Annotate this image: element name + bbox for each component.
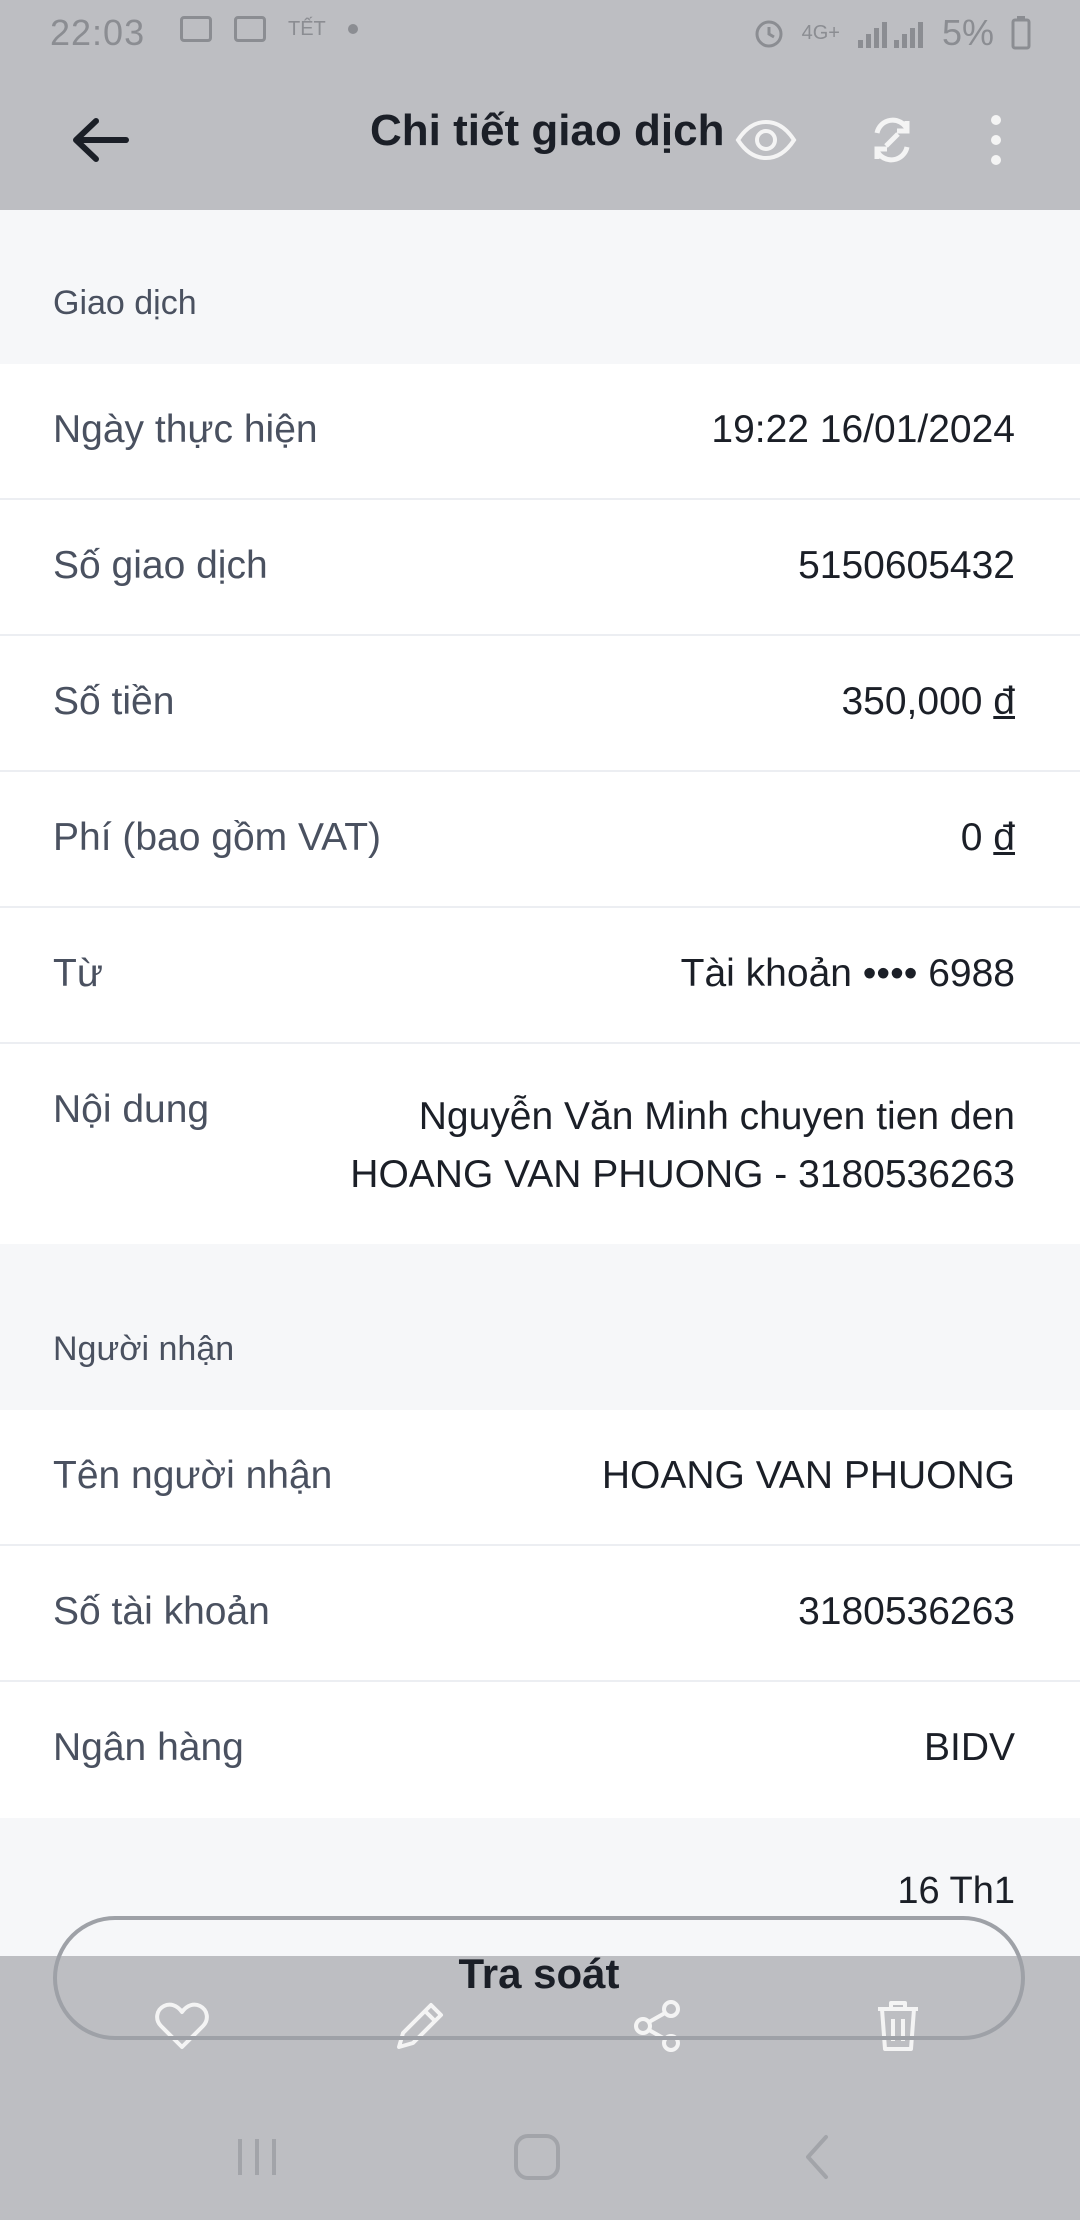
sync-button[interactable] bbox=[856, 104, 928, 176]
home-button[interactable] bbox=[502, 2124, 572, 2190]
section-header-recipient: Người nhận bbox=[0, 1244, 1080, 1410]
recents-button[interactable] bbox=[222, 2124, 292, 2190]
tra-soat-label: Tra soát bbox=[458, 1950, 620, 1997]
row-label: Số tiền bbox=[53, 680, 175, 723]
section-header-transaction: Giao dịch bbox=[0, 210, 1080, 364]
currency-symbol: đ bbox=[993, 680, 1015, 723]
row-label: Nội dung bbox=[53, 1088, 210, 1131]
alarm-icon bbox=[755, 20, 783, 48]
notification-dot-icon bbox=[347, 24, 358, 34]
battery-icon bbox=[1011, 16, 1031, 50]
section-title: Người nhận bbox=[53, 1330, 235, 1368]
back-button[interactable] bbox=[64, 104, 136, 176]
row-fee: Phí (bao gồm VAT) 0 đ bbox=[0, 772, 1080, 908]
row-value: 19:22 16/01/2024 bbox=[711, 408, 1015, 451]
row-account-number: Số tài khoản 3180536263 bbox=[0, 1546, 1080, 1682]
row-value: 0 đ bbox=[961, 816, 1015, 860]
transaction-details: Ngày thực hiện 19:22 16/01/2024 Số giao … bbox=[0, 364, 1080, 1244]
date-label: 16 Th1 bbox=[897, 1870, 1015, 1912]
back-icon bbox=[806, 2135, 828, 2179]
page-title: Chi tiết giao dịch bbox=[370, 106, 725, 155]
row-label: Ngân hàng bbox=[53, 1726, 244, 1769]
row-date: Ngày thực hiện 19:22 16/01/2024 bbox=[0, 364, 1080, 500]
row-value: Nguyễn Văn Minh chuyen tien den HOANG VA… bbox=[350, 1095, 1015, 1196]
row-bank: Ngân hàng BIDV bbox=[0, 1682, 1080, 1818]
more-options-button[interactable] bbox=[960, 104, 1032, 176]
tet-label: TẾT bbox=[288, 17, 326, 40]
sync-icon bbox=[874, 117, 910, 163]
recents-icon bbox=[238, 2139, 276, 2175]
tra-soat-button[interactable]: Tra soát bbox=[53, 1916, 1025, 2040]
row-from-account: Từ Tài khoản •••• 6988 bbox=[0, 908, 1080, 1044]
row-label: Từ bbox=[53, 952, 103, 995]
network-type: 4G+ bbox=[801, 21, 840, 44]
toggle-visibility-button[interactable] bbox=[730, 104, 802, 176]
row-label: Phí (bao gồm VAT) bbox=[53, 816, 382, 859]
row-content: Nội dung Nguyễn Văn Minh chuyen tien den… bbox=[0, 1044, 1080, 1244]
row-label: Số giao dịch bbox=[53, 544, 268, 587]
system-nav-bar bbox=[0, 2094, 1080, 2220]
amount-value: 350,000 bbox=[841, 680, 983, 723]
row-label: Ngày thực hiện bbox=[53, 408, 318, 451]
row-label: Tên người nhận bbox=[53, 1454, 333, 1497]
recipient-details: Tên người nhận HOANG VAN PHUONG Số tài k… bbox=[0, 1410, 1080, 1818]
app-bar: Chi tiết giao dịch bbox=[0, 68, 1080, 210]
back-arrow-icon bbox=[73, 118, 129, 162]
more-vertical-icon bbox=[991, 115, 1001, 165]
row-value: BIDV bbox=[923, 1726, 1015, 1769]
signal-icon bbox=[857, 22, 923, 48]
currency-symbol: đ bbox=[993, 816, 1015, 859]
row-value: 350,000 đ bbox=[841, 680, 1015, 724]
fee-value: 0 bbox=[960, 816, 983, 859]
row-amount: Số tiền 350,000 đ bbox=[0, 636, 1080, 772]
row-value: 5150605432 bbox=[798, 544, 1015, 587]
gallery-icon bbox=[180, 16, 212, 42]
status-time: 22:03 bbox=[50, 12, 146, 53]
row-transaction-number: Số giao dịch 5150605432 bbox=[0, 500, 1080, 636]
row-label: Số tài khoản bbox=[53, 1590, 270, 1633]
cloud-icon bbox=[234, 16, 266, 42]
nav-back-button[interactable] bbox=[782, 2124, 852, 2190]
row-recipient-name: Tên người nhận HOANG VAN PHUONG bbox=[0, 1410, 1080, 1546]
home-icon bbox=[514, 2134, 560, 2180]
eye-icon bbox=[735, 119, 797, 161]
status-bar: 22:03 TẾT 4G+ 5% bbox=[0, 0, 1080, 68]
section-title: Giao dịch bbox=[53, 284, 197, 322]
row-value: Tài khoản •••• 6988 bbox=[680, 952, 1015, 995]
row-value: HOANG VAN PHUONG bbox=[601, 1454, 1015, 1497]
battery-percent: 5% bbox=[941, 12, 994, 53]
row-value: 3180536263 bbox=[798, 1590, 1015, 1633]
